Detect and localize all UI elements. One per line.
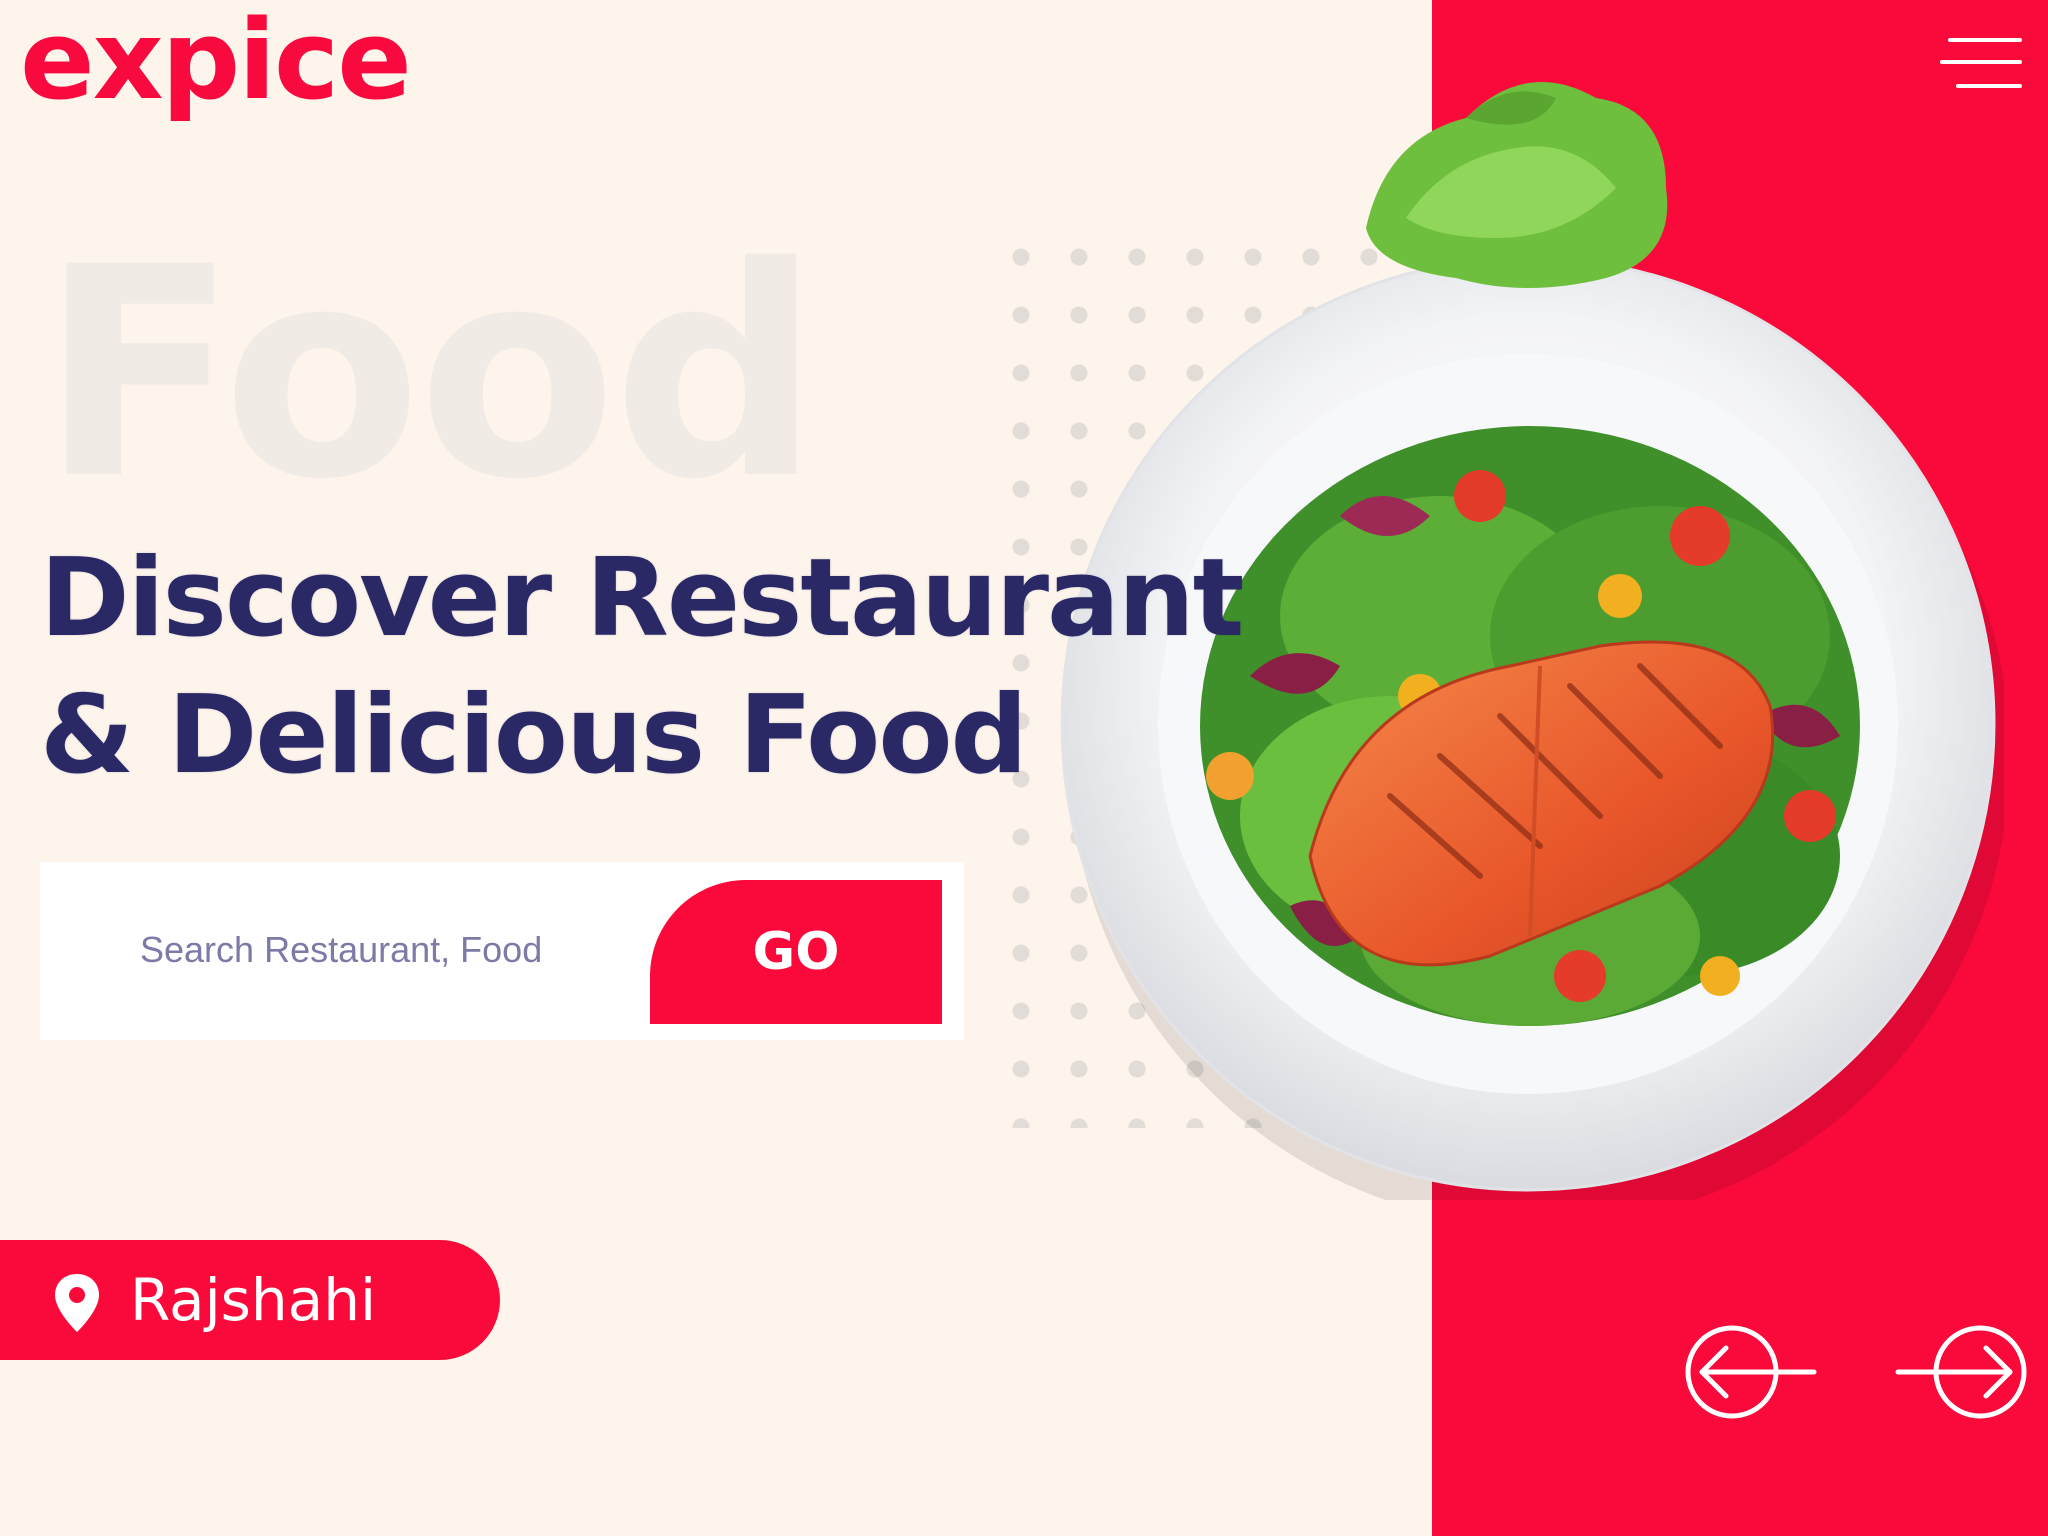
menu-line-top bbox=[1948, 38, 2022, 42]
background-word: Food bbox=[40, 206, 820, 543]
map-pin-icon bbox=[55, 1274, 99, 1332]
hamburger-menu-icon[interactable] bbox=[1940, 34, 2030, 96]
menu-line-middle bbox=[1940, 60, 2022, 64]
arrow-right-icon[interactable] bbox=[1894, 1322, 2032, 1422]
search-input[interactable] bbox=[100, 910, 660, 990]
go-button[interactable]: GO bbox=[650, 880, 942, 1024]
search-bar: GO bbox=[40, 862, 964, 1040]
arrow-left-icon[interactable] bbox=[1680, 1322, 1818, 1422]
menu-line-bottom bbox=[1956, 84, 2022, 88]
brand-logo[interactable]: expice bbox=[20, 0, 412, 126]
hero-headline: Discover Restaurant & Delicious Food bbox=[40, 530, 1244, 804]
headline-line-2: & Delicious Food bbox=[40, 673, 1028, 798]
location-label: Rajshahi bbox=[130, 1266, 377, 1334]
location-selector[interactable]: Rajshahi bbox=[0, 1240, 500, 1360]
lettuce-leaf-image bbox=[1366, 82, 1668, 288]
headline-line-1: Discover Restaurant bbox=[40, 536, 1244, 661]
